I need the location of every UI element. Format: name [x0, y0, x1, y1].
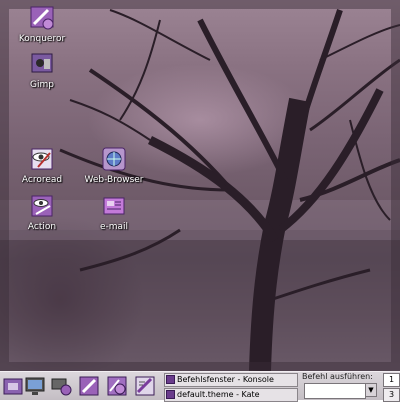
- desktop-icon-web-browser[interactable]: Web-Browser: [79, 145, 149, 185]
- pager-desktop[interactable]: 1: [383, 373, 400, 387]
- konsole-icon: [166, 375, 175, 384]
- desktop-icon-label: Web-Browser: [84, 175, 144, 185]
- desktop-icon-acroread[interactable]: Acroread: [7, 145, 77, 185]
- kate-icon: [166, 390, 175, 399]
- desktop-icon-label: e-mail: [99, 222, 129, 232]
- desktop-icon-gimp[interactable]: Gimp: [7, 50, 77, 90]
- web-browser-icon: [102, 147, 126, 171]
- launcher-monitor[interactable]: [22, 373, 48, 399]
- run-command-label: Befehl ausführen:: [302, 372, 373, 381]
- launcher-editor[interactable]: [132, 373, 158, 399]
- task-label: default.theme - Kate: [177, 390, 260, 399]
- monitor-icon: [25, 377, 45, 395]
- editor-icon: [135, 376, 155, 396]
- desktop[interactable]: Konqueror Gimp Acroread Web-Browser Acti…: [0, 0, 400, 371]
- tasklist: Befehlsfenster - Konsole default.theme -…: [164, 373, 298, 402]
- desktop-icon-label: Action: [27, 222, 57, 232]
- desktop-icon-label: Konqueror: [18, 34, 66, 44]
- run-command-history-button[interactable]: ▼: [365, 383, 377, 397]
- action-icon: [31, 195, 53, 217]
- chevron-down-icon: ▼: [368, 386, 374, 394]
- konqueror-icon: [30, 6, 54, 30]
- email-icon: [103, 197, 125, 215]
- network-icon: [51, 378, 72, 396]
- gimp-icon: [31, 53, 53, 73]
- acroread-icon: [31, 148, 53, 170]
- run-icon: [79, 376, 99, 396]
- desktop-icon-action[interactable]: Action: [7, 192, 77, 232]
- desktop-icon-label: Acroread: [21, 175, 63, 185]
- task-button-konsole[interactable]: Befehlsfenster - Konsole: [164, 373, 298, 387]
- launcher-tool[interactable]: [104, 373, 130, 399]
- launcher-run[interactable]: [76, 373, 102, 399]
- desktop-icon-konqueror[interactable]: Konqueror: [7, 4, 77, 44]
- run-command-input[interactable]: [304, 383, 366, 399]
- desktop-icon-label: Gimp: [30, 80, 54, 90]
- taskbar-panel: Befehlsfenster - Konsole default.theme -…: [0, 371, 400, 402]
- desktop-icon-email[interactable]: e-mail: [79, 192, 149, 232]
- run-command-applet: Befehl ausführen: ▼: [302, 372, 380, 400]
- launcher-network[interactable]: [48, 373, 74, 399]
- task-label: Befehlsfenster - Konsole: [177, 375, 274, 384]
- tool-icon: [107, 376, 127, 396]
- desktop-pager: 1 3: [382, 372, 400, 402]
